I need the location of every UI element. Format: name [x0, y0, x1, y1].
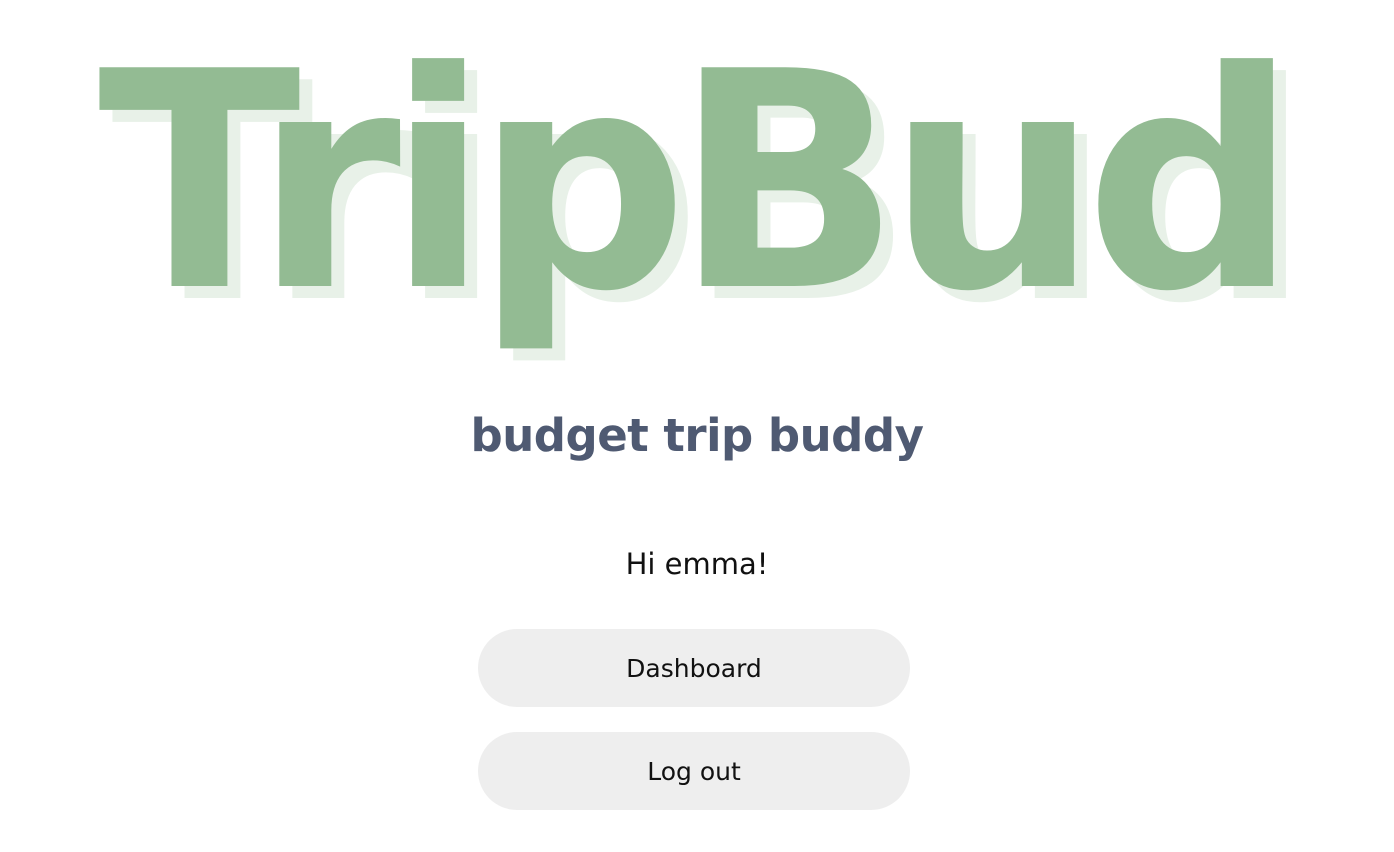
logout-button[interactable]: Log out: [478, 732, 910, 810]
logo-text: TripBud: [98, 8, 1284, 357]
dashboard-button[interactable]: Dashboard: [478, 629, 910, 707]
tagline: budget trip buddy: [470, 409, 924, 462]
app-logo: TripBud TripBud: [0, 0, 1394, 380]
logo-svg: TripBud TripBud: [98, 8, 1311, 369]
greeting-text: Hi emma!: [625, 547, 769, 581]
